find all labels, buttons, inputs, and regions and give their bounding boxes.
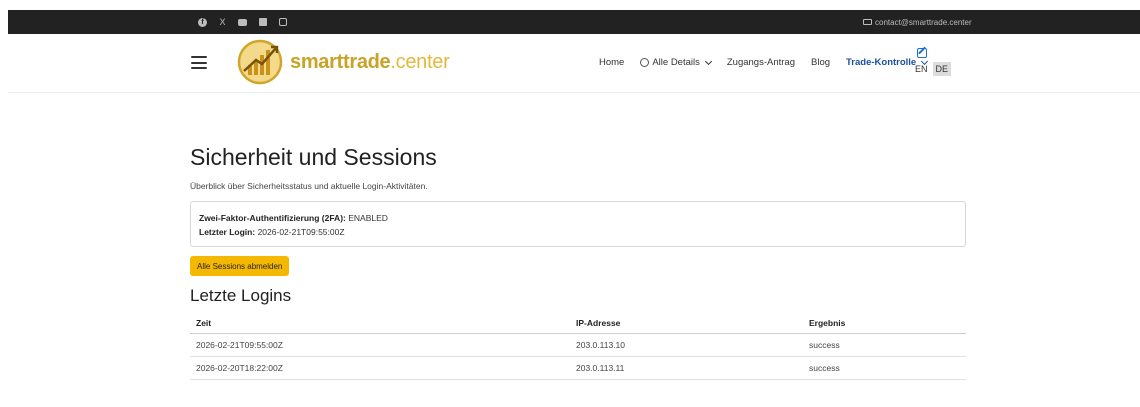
instagram-icon[interactable] [278, 18, 287, 26]
youtube-icon[interactable] [238, 18, 247, 26]
nav-access-request[interactable]: Zugangs-Antrag [727, 57, 795, 68]
cell-time: 2026-02-20T18:22:00Z [196, 363, 283, 373]
column-header-ip: IP-Adresse [576, 317, 621, 328]
mail-icon [863, 19, 872, 25]
column-header-result: Ergebnis [809, 317, 846, 328]
nav-blog[interactable]: Blog [811, 57, 830, 68]
language-switcher: EN DE [912, 62, 952, 76]
page-title: Sicherheit und Sessions [190, 144, 437, 170]
chevron-down-icon [704, 57, 712, 65]
cell-ip: 203.0.113.10 [576, 340, 625, 350]
table-row: 2026-02-20T18:22:00Z 203.0.113.11 succes… [190, 357, 966, 380]
nav-home[interactable]: Home [599, 57, 624, 68]
main-content: Sicherheit und Sessions Überblick über S… [190, 144, 966, 380]
globe-icon [640, 58, 650, 67]
last-login: Letzter Login: 2026-02-21T09:55:00Z [199, 227, 345, 237]
brand-name: smarttrade.center [290, 50, 450, 73]
table-header-row: Zeit IP-Adresse Ergebnis [190, 312, 966, 334]
cell-ip: 203.0.113.11 [576, 363, 625, 373]
logout-all-sessions-button[interactable]: Alle Sessions abmelden [190, 256, 290, 276]
contact-email-link[interactable]: contact@smarttrade.center [863, 10, 972, 34]
linkedin-icon[interactable] [258, 18, 267, 26]
x-icon[interactable]: X [218, 17, 227, 27]
facebook-icon[interactable]: f [198, 17, 207, 27]
top-bar: f X contact@smarttrade.center [8, 10, 1140, 34]
lang-en[interactable]: EN [912, 62, 931, 76]
lang-de[interactable]: DE [932, 62, 952, 76]
contact-email: contact@smarttrade.center [875, 17, 972, 27]
logo-mark-icon [237, 39, 283, 85]
table-row: 2026-02-21T09:55:00Z 203.0.113.10 succes… [190, 334, 966, 357]
main-navbar: smarttrade.center Home Alle Details Zuga… [8, 34, 1140, 93]
column-header-time: Zeit [196, 317, 212, 328]
nav-details-dropdown[interactable]: Alle Details [640, 57, 712, 68]
cell-time: 2026-02-21T09:55:00Z [196, 340, 283, 350]
page-subtitle: Überblick über Sicherheitsstatus und akt… [190, 181, 428, 191]
recent-logins-heading: Letzte Logins [190, 286, 292, 305]
logins-table: Zeit IP-Adresse Ergebnis 2026-02-21T09:5… [190, 312, 966, 380]
cell-result: success [809, 340, 840, 350]
nav-links: Home Alle Details Zugangs-Antrag Blog Tr… [599, 57, 943, 68]
cell-result: success [809, 363, 840, 373]
social-links: f X [198, 10, 287, 34]
brand-logo[interactable]: smarttrade.center [236, 38, 450, 86]
security-status-card: Zwei-Faktor-Authentifizierung (2FA): ENA… [190, 201, 966, 247]
twofa-status: Zwei-Faktor-Authentifizierung (2FA): ENA… [199, 213, 388, 223]
menu-icon[interactable] [191, 56, 207, 69]
edit-icon[interactable] [917, 48, 927, 58]
